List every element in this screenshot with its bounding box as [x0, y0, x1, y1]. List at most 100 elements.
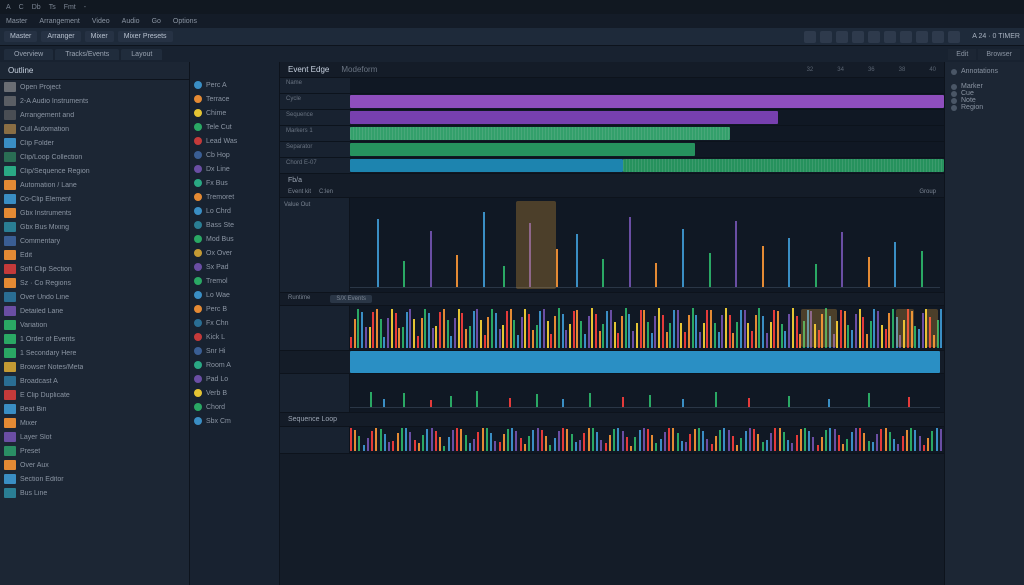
track-row[interactable]: Bass Ste [190, 218, 279, 232]
track-row[interactable]: Sbx Cm [190, 414, 279, 428]
selection-highlight[interactable] [516, 201, 556, 289]
track-row[interactable]: Tele Cut [190, 120, 279, 134]
outline-row[interactable]: Browser Notes/Meta [0, 360, 189, 374]
outline-row[interactable]: Over Undo Line [0, 290, 189, 304]
track-row[interactable]: Lo Chrd [190, 204, 279, 218]
outline-row[interactable]: Preset [0, 444, 189, 458]
toolbar-icon[interactable] [900, 31, 912, 43]
outline-row[interactable]: Co-Clip Element [0, 192, 189, 206]
menu-item[interactable]: Video [92, 18, 110, 25]
outline-row[interactable]: Clip Folder [0, 136, 189, 150]
content-tab[interactable]: Modeform [341, 65, 377, 74]
outline-row[interactable]: E Clip Duplicate [0, 388, 189, 402]
timeline-clip[interactable] [623, 159, 944, 172]
toolbar-button[interactable]: Master [4, 31, 37, 42]
track-row[interactable]: Mod Bus [190, 232, 279, 246]
outline-row[interactable]: Over Aux [0, 458, 189, 472]
doc-tab[interactable]: Tracks/Events [55, 49, 119, 60]
track-header[interactable]: Markers 1 [280, 126, 350, 141]
timeline-track[interactable]: Cycle [280, 94, 944, 110]
outline-row[interactable]: Detailed Lane [0, 304, 189, 318]
timeline-track[interactable]: Name [280, 78, 944, 94]
track-row[interactable]: Dx Line [190, 162, 279, 176]
timeline-clip[interactable] [350, 159, 623, 172]
runtime-band[interactable] [350, 351, 940, 373]
chart1-sub-a[interactable]: Event kit [288, 189, 311, 195]
outline-row[interactable]: Clip/Loop Collection [0, 150, 189, 164]
doc-tab[interactable]: Layout [121, 49, 162, 60]
toolbar-icon[interactable] [884, 31, 896, 43]
track-row[interactable]: Chime [190, 106, 279, 120]
track-row[interactable]: Perc A [190, 78, 279, 92]
track-header[interactable]: Sequence [280, 110, 350, 125]
toolbar-icon[interactable] [820, 31, 832, 43]
toolbar-icon[interactable] [948, 31, 960, 43]
outline-row[interactable]: Section Editor [0, 472, 189, 486]
panel-tab[interactable]: Browser [978, 49, 1020, 60]
outline-row[interactable]: Arrangement and [0, 108, 189, 122]
outline-row[interactable]: Sz · Co Regions [0, 276, 189, 290]
titlebar-item[interactable]: Db [32, 4, 41, 11]
toolbar-icon[interactable] [852, 31, 864, 43]
toolbar-icon[interactable] [804, 31, 816, 43]
track-row[interactable]: Terrace [190, 92, 279, 106]
inspector-item[interactable]: Region [951, 104, 1018, 111]
titlebar-item[interactable]: A [6, 4, 11, 11]
track-header[interactable]: Name [280, 78, 350, 93]
track-row[interactable]: Pad Lo [190, 372, 279, 386]
titlebar-item[interactable]: Ts [49, 4, 56, 11]
panel-tab[interactable]: Edit [948, 49, 976, 60]
outline-row[interactable]: Gbx Bus Mixing [0, 220, 189, 234]
toolbar-button[interactable]: Mixer [85, 31, 114, 42]
menu-item[interactable]: Audio [122, 18, 140, 25]
menu-item[interactable]: Go [152, 18, 161, 25]
track-row[interactable]: Chord [190, 400, 279, 414]
outline-row[interactable]: Open Project [0, 80, 189, 94]
toolbar-button[interactable]: Mixer Presets [118, 31, 173, 42]
toolbar-icon[interactable] [932, 31, 944, 43]
inspector-item[interactable]: Note [951, 97, 1018, 104]
highlight-zone[interactable] [801, 309, 837, 347]
outline-row[interactable]: Broadcast A [0, 374, 189, 388]
timeline-track[interactable]: Separator [280, 142, 944, 158]
inspector-item[interactable]: Marker [951, 83, 1018, 90]
track-row[interactable]: Ox Over [190, 246, 279, 260]
outline-row[interactable]: Mixer [0, 416, 189, 430]
highlight-zone[interactable] [926, 309, 938, 347]
timeline-clip[interactable] [350, 95, 944, 108]
track-row[interactable]: Fx Chn [190, 316, 279, 330]
track-row[interactable]: Cb Hop [190, 148, 279, 162]
outline-row[interactable]: Cull Automation [0, 122, 189, 136]
outline-row[interactable]: 1 Order of Events [0, 332, 189, 346]
timeline-clip[interactable] [350, 143, 695, 156]
toolbar-icon[interactable] [916, 31, 928, 43]
track-header[interactable]: Separator [280, 142, 350, 157]
chart1-sub-b[interactable]: C:len [319, 189, 333, 195]
track-header[interactable]: Cycle [280, 94, 350, 109]
toolbar-icon[interactable] [868, 31, 880, 43]
timeline-track[interactable]: Sequence [280, 110, 944, 126]
menu-item[interactable]: Options [173, 18, 197, 25]
timeline-track[interactable]: Chord E-07 [280, 158, 944, 174]
outline-row[interactable]: Variation [0, 318, 189, 332]
titlebar-item[interactable]: - [84, 4, 86, 11]
outline-row[interactable]: 2-A Audio Instruments [0, 94, 189, 108]
outline-row[interactable]: Soft Clip Section [0, 262, 189, 276]
menu-item[interactable]: Arrangement [39, 18, 79, 25]
doc-tab[interactable]: Overview [4, 49, 53, 60]
inspector-item[interactable]: Cue [951, 90, 1018, 97]
track-row[interactable]: Verb B [190, 386, 279, 400]
highlight-zone[interactable] [896, 309, 914, 347]
track-row[interactable]: Sx Pad [190, 260, 279, 274]
toolbar-icon[interactable] [836, 31, 848, 43]
timeline-clip[interactable] [350, 127, 730, 140]
titlebar-item[interactable]: Fmt [64, 4, 76, 11]
menu-item[interactable]: Master [6, 18, 27, 25]
outline-row[interactable]: Automation / Lane [0, 178, 189, 192]
track-row[interactable]: Fx Bus [190, 176, 279, 190]
track-row[interactable]: Snr Hi [190, 344, 279, 358]
track-row[interactable]: Room A [190, 358, 279, 372]
track-row[interactable]: Perc B [190, 302, 279, 316]
timeline-clip[interactable] [350, 111, 778, 124]
outline-row[interactable]: Beat Bin [0, 402, 189, 416]
